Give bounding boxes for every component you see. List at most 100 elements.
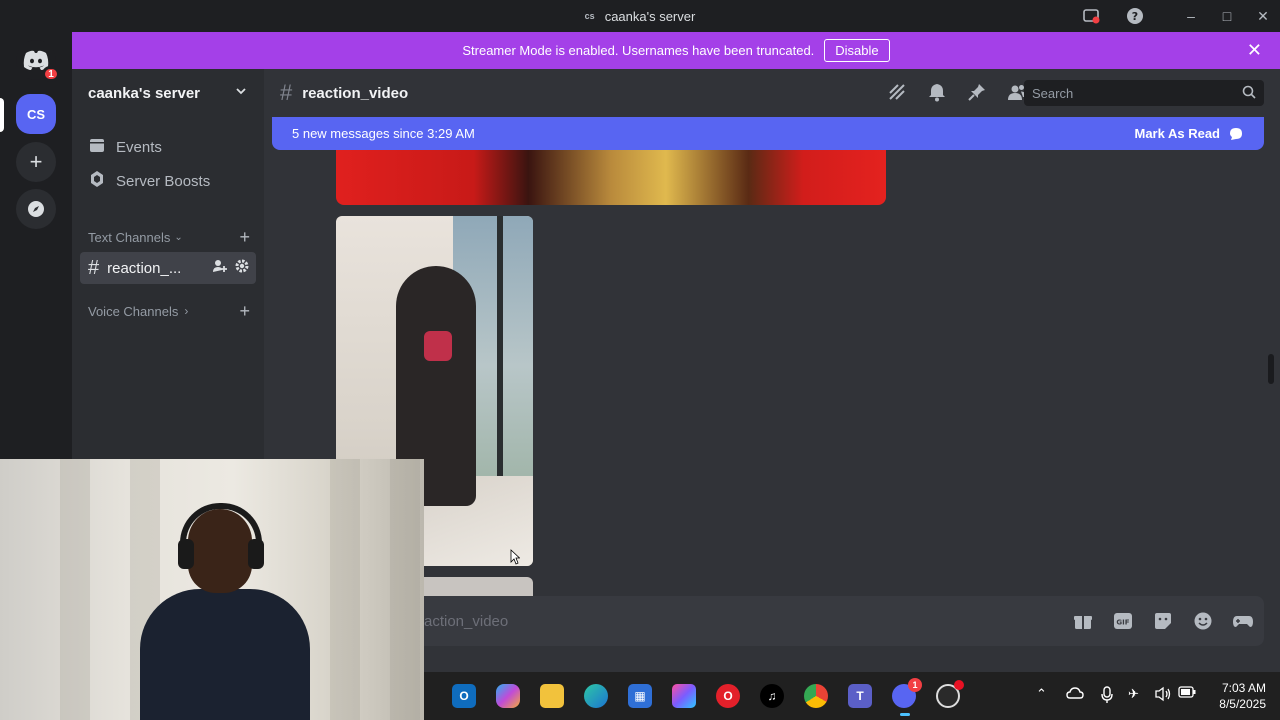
store-icon[interactable]: ▦ xyxy=(628,684,652,708)
video-attachment-image[interactable] xyxy=(336,150,886,205)
sidebar-item-server-boosts[interactable]: Server Boosts xyxy=(80,165,256,197)
chevron-down-icon: ⌄ xyxy=(174,231,183,243)
help-icon[interactable]: ? xyxy=(1122,4,1148,28)
webcam-overlay xyxy=(0,459,424,720)
gift-icon[interactable] xyxy=(1072,610,1094,636)
system-clock[interactable]: 7:03 AM 8/5/2025 xyxy=(1208,680,1266,712)
gear-icon[interactable] xyxy=(234,258,250,278)
sidebar-item-events[interactable]: Events xyxy=(80,131,256,163)
sidebar-item-label: Server Boosts xyxy=(116,172,211,190)
server-name: caanka's server xyxy=(88,84,200,102)
composer-toolbar: GIF xyxy=(1072,610,1254,636)
server-badge: cs xyxy=(584,11,595,21)
taskbar: O ▦ O ♫ T 1 ⌃ ✈ 7:03 AM 8/5/2025 xyxy=(424,672,1280,720)
mark-as-read-button[interactable]: Mark As Read xyxy=(1135,126,1245,142)
server-header[interactable]: caanka's server xyxy=(72,69,264,117)
discord-taskbar-icon[interactable]: 1 xyxy=(892,678,922,716)
cloud-icon[interactable] xyxy=(1066,686,1084,700)
discover-button[interactable] xyxy=(16,189,56,229)
message-placeholder: action_video xyxy=(424,612,509,630)
streamer-body xyxy=(140,589,310,720)
edge-icon[interactable] xyxy=(584,684,608,708)
search-placeholder: Search xyxy=(1032,85,1074,101)
headphone-cup xyxy=(248,539,264,569)
sticker-icon[interactable] xyxy=(1152,610,1174,636)
obs-icon[interactable] xyxy=(936,680,964,708)
airplane-mode-icon[interactable]: ✈ xyxy=(1128,686,1139,702)
streamer-mode-banner: Streamer Mode is enabled. Usernames have… xyxy=(72,32,1280,69)
category-label: Text Channels xyxy=(88,229,171,245)
streamer-mode-text: Streamer Mode is enabled. Usernames have… xyxy=(462,43,815,58)
add-channel-icon[interactable]: + xyxy=(239,301,250,322)
add-server-button[interactable]: + xyxy=(16,142,56,182)
emoji-icon[interactable] xyxy=(1192,610,1214,636)
curtain-fold xyxy=(60,459,90,720)
threads-icon[interactable] xyxy=(886,81,908,108)
outlook-icon[interactable]: O xyxy=(452,684,476,708)
curtain-fold xyxy=(330,459,360,720)
svg-text:?: ? xyxy=(1132,10,1138,23)
channel-label: reaction_... xyxy=(107,259,182,277)
photo-frame xyxy=(497,216,503,476)
curtain-fold xyxy=(390,459,420,720)
clock-time: 7:03 AM xyxy=(1221,681,1266,695)
hash-icon: # xyxy=(280,80,293,105)
notification-badge: 1 xyxy=(42,66,60,82)
sidebar-item-label: Events xyxy=(116,138,162,156)
pin-icon[interactable] xyxy=(966,81,988,108)
server-icon-cs[interactable]: CS xyxy=(16,94,56,134)
chevron-right-icon: › xyxy=(184,304,189,318)
scrollbar-thumb[interactable] xyxy=(1268,354,1274,384)
minimize-icon[interactable]: – xyxy=(1178,4,1204,28)
search-icon xyxy=(1242,85,1256,102)
opera-icon[interactable]: O xyxy=(716,684,740,708)
text-channels-category[interactable]: Text Channels ⌄ + xyxy=(80,225,256,249)
disable-streamer-button[interactable]: Disable xyxy=(824,39,890,62)
maximize-icon[interactable]: □ xyxy=(1214,4,1240,28)
chrome-icon[interactable] xyxy=(804,684,828,708)
gif-icon[interactable]: GIF xyxy=(1112,610,1134,636)
battery-icon[interactable] xyxy=(1178,686,1196,698)
file-explorer-icon[interactable] xyxy=(540,684,564,708)
microphone-icon[interactable] xyxy=(1100,686,1114,704)
selected-server-pill xyxy=(0,98,4,132)
title-bar: cs caanka's server ? – □ ✕ xyxy=(0,0,1280,32)
add-channel-icon[interactable]: + xyxy=(239,227,250,248)
recording-dot xyxy=(954,680,964,690)
invite-icon[interactable] xyxy=(212,258,228,278)
calendar-icon xyxy=(88,136,106,158)
gamepad-icon[interactable] xyxy=(1232,610,1254,636)
copilot-icon[interactable] xyxy=(496,684,520,708)
mark-as-read-label: Mark As Read xyxy=(1134,126,1221,141)
close-banner-icon[interactable]: ✕ xyxy=(1247,40,1262,61)
new-messages-bar[interactable]: 5 new messages since 3:29 AM Mark As Rea… xyxy=(272,117,1264,150)
clock-date: 8/5/2025 xyxy=(1219,697,1266,711)
design-app-icon[interactable] xyxy=(672,684,696,708)
svg-text:GIF: GIF xyxy=(1116,619,1129,627)
channel-title: reaction_video xyxy=(302,84,409,102)
voice-channels-category[interactable]: Voice Channels › + xyxy=(80,299,256,323)
home-button[interactable]: 1 xyxy=(16,40,60,82)
volume-icon[interactable] xyxy=(1154,686,1172,702)
new-messages-text: 5 new messages since 3:29 AM xyxy=(292,126,475,141)
bell-icon[interactable] xyxy=(926,81,948,108)
window-title: caanka's server xyxy=(604,8,696,24)
channel-reaction-video[interactable]: # reaction_... xyxy=(80,252,256,284)
boost-icon xyxy=(88,170,106,192)
message-input[interactable]: action_video GIF xyxy=(280,596,1264,646)
mouse-cursor xyxy=(510,549,520,565)
inbox-icon[interactable] xyxy=(1078,4,1104,28)
taskbar-badge: 1 xyxy=(908,678,922,692)
show-hidden-icons[interactable]: ⌃ xyxy=(1036,686,1047,702)
close-window-icon[interactable]: ✕ xyxy=(1250,4,1276,28)
chat-bubble-icon xyxy=(1230,127,1242,140)
header-toolbar xyxy=(886,81,1028,108)
category-label: Voice Channels xyxy=(88,303,179,319)
tiktok-icon[interactable]: ♫ xyxy=(760,684,784,708)
headphone-cup xyxy=(178,539,194,569)
search-input[interactable]: Search xyxy=(1024,80,1264,106)
chevron-down-icon xyxy=(234,84,248,102)
photo-bag xyxy=(424,331,452,361)
channel-tools xyxy=(212,258,250,278)
teams-icon[interactable]: T xyxy=(848,684,872,708)
